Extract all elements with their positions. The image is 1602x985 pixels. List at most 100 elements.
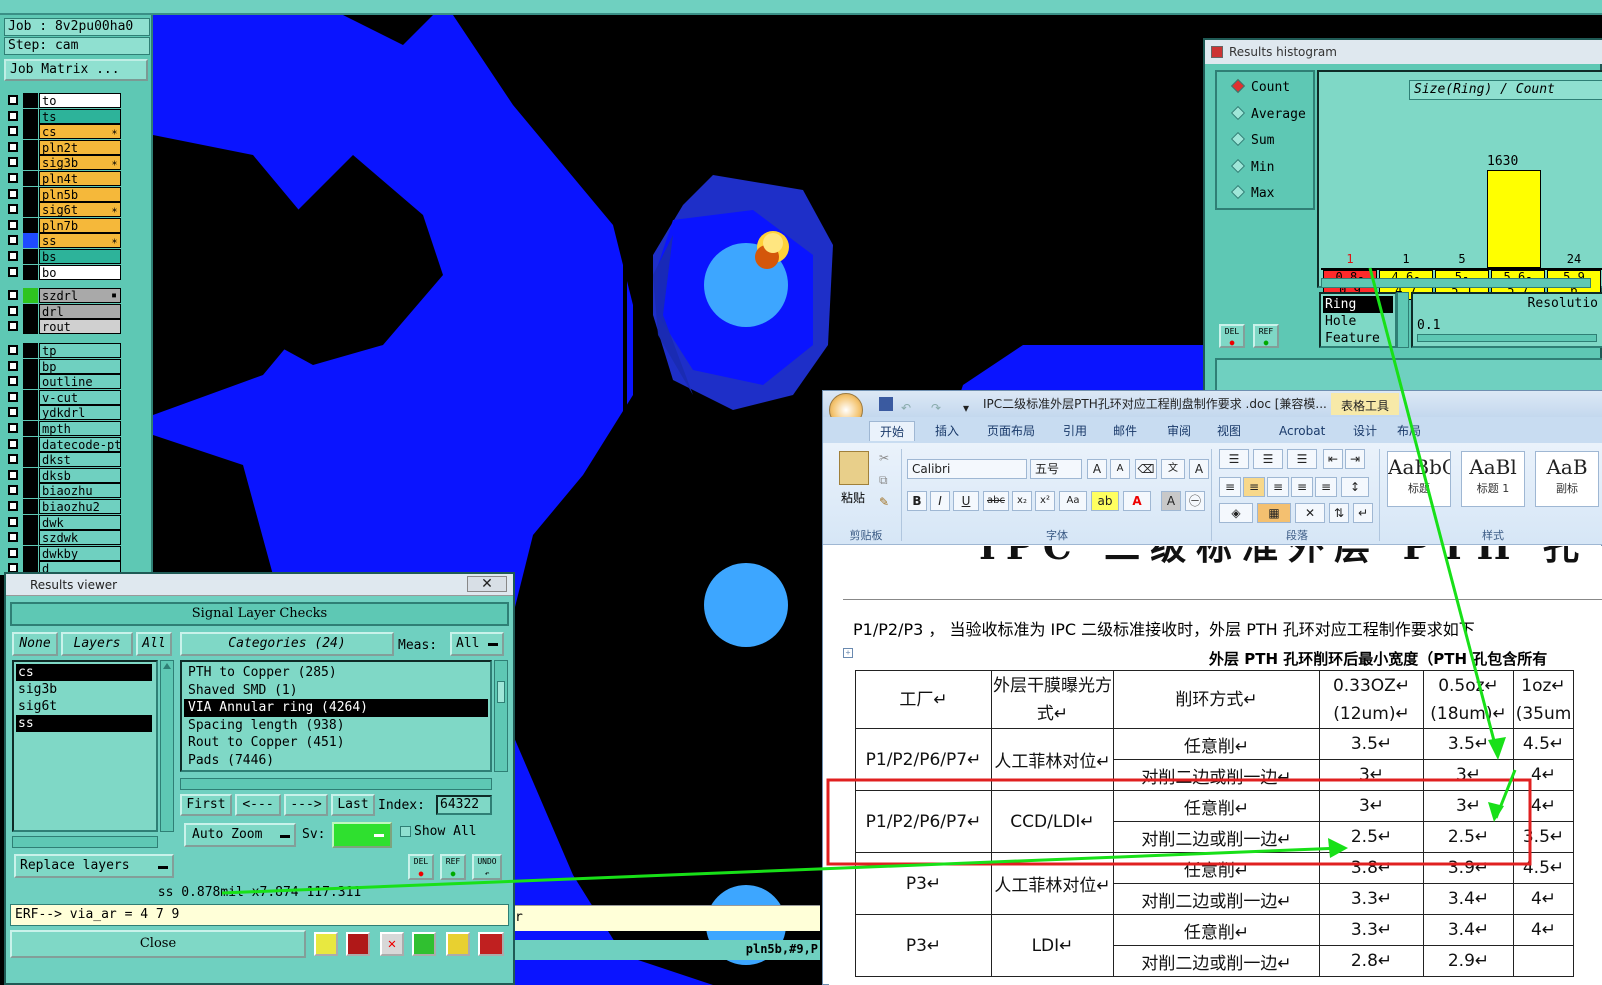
layer-color-swatch[interactable] [23, 530, 38, 546]
layer-row-dwkby[interactable]: dwkby [6, 545, 122, 561]
table-cell[interactable]: 对削二边或削一边↵ [1113, 883, 1320, 915]
layers-scrollbar[interactable] [160, 660, 174, 832]
table-cell[interactable]: CCD/LDI↵ [991, 790, 1114, 853]
categories-listbox[interactable]: PTH to Copper (285) Shaved SMD (1) VIA Ann… [180, 660, 492, 772]
paste-icon[interactable] [839, 451, 869, 485]
results-viewer-titlebar[interactable]: Results viewer ✕ [6, 574, 513, 596]
layer-checkbox[interactable] [8, 321, 18, 332]
underline-icon[interactable]: U [953, 491, 979, 511]
layer-checkbox[interactable] [8, 360, 18, 371]
ribbon-tab[interactable]: 设计 [1353, 421, 1377, 441]
table-cell[interactable]: P1/P2/P6/P7↵ [855, 728, 992, 791]
layer-checkbox[interactable] [8, 219, 18, 230]
table-cell[interactable]: 2.8↵ [1319, 945, 1424, 977]
layer-color-swatch[interactable] [23, 217, 38, 233]
layer-row-tp[interactable]: tp [6, 343, 122, 358]
layer-color-swatch[interactable] [23, 389, 38, 405]
none-button[interactable]: None [12, 632, 58, 656]
ribbon-tab[interactable]: 邮件 [1113, 421, 1137, 441]
table-cell[interactable]: 3.4↵ [1423, 914, 1514, 946]
table-cell[interactable]: 2.5↵ [1423, 821, 1514, 853]
next-button[interactable]: ---> [284, 794, 328, 816]
layer-color-swatch[interactable] [23, 186, 38, 202]
layer-name[interactable]: dwkby [39, 545, 121, 561]
highlight-icon[interactable]: ab [1091, 491, 1119, 511]
font-size-input[interactable]: 五号 [1030, 459, 1082, 479]
table-header-cell[interactable]: 削环方式↵ [1113, 670, 1320, 729]
layer-name[interactable]: mpth [39, 421, 121, 436]
layer-checkbox[interactable] [8, 469, 18, 480]
report-tool-icon[interactable] [346, 932, 370, 956]
layer-color-swatch[interactable] [23, 343, 38, 358]
result-layer-item[interactable]: cs [16, 664, 152, 681]
category-item[interactable]: Pads (7446) [184, 752, 488, 770]
table-cell[interactable]: 人工菲林对位↵ [991, 728, 1114, 791]
ribbon-tab[interactable]: 开始 [869, 421, 916, 441]
layer-name[interactable]: szdrl ▪ [39, 288, 121, 304]
result-layer-item[interactable]: sig3b [16, 681, 152, 698]
layer-checkbox[interactable] [8, 391, 18, 402]
delete-all-icon[interactable]: ✕ [380, 932, 404, 956]
layer-name[interactable]: ydkdrl [39, 405, 121, 421]
last-button[interactable]: Last [331, 794, 375, 816]
layer-color-swatch[interactable] [23, 124, 38, 140]
layer-color-swatch[interactable] [23, 514, 38, 530]
numbering-icon[interactable]: ☰ [1253, 449, 1283, 469]
layer-checkbox[interactable] [8, 532, 18, 543]
ribbon-tab[interactable]: 审阅 [1167, 421, 1191, 441]
ribbon-tab[interactable]: 视图 [1217, 421, 1241, 441]
bold-icon[interactable]: B [907, 491, 927, 511]
layer-color-swatch[interactable] [23, 545, 38, 561]
shrink-font-icon[interactable]: A [1110, 459, 1130, 479]
scroll-thumb[interactable] [497, 681, 505, 703]
cut-icon[interactable]: ✂ [879, 451, 889, 465]
layer-checkbox[interactable] [8, 290, 18, 301]
layers-hscrollbar[interactable] [12, 836, 158, 848]
layer-checkbox[interactable] [8, 454, 18, 465]
layer-color-swatch[interactable] [23, 264, 38, 280]
font-name-input[interactable]: Calibri [907, 459, 1027, 479]
style-gallery-item[interactable]: AaB 副标 [1535, 451, 1599, 507]
layer-color-swatch[interactable] [23, 405, 38, 421]
table-cell[interactable]: 3.5↵ [1513, 821, 1574, 853]
layer-color-swatch[interactable] [23, 93, 38, 108]
grow-font-icon[interactable]: A [1087, 459, 1107, 479]
layer-checkbox[interactable] [8, 305, 18, 316]
table-cell[interactable]: 3↵ [1319, 790, 1424, 822]
layer-row-dkst[interactable]: dkst [6, 452, 122, 468]
layer-name[interactable]: sig3b ⁎ [39, 155, 121, 171]
result-layer-item[interactable]: sig6t [16, 698, 152, 715]
table-cell[interactable]: 3.9↵ [1423, 852, 1514, 884]
sort-icon[interactable]: ⇅ [1329, 503, 1349, 523]
layer-row-bs[interactable]: bs [6, 249, 122, 264]
layer-checkbox[interactable] [8, 110, 18, 121]
ribbon-tab[interactable]: Acrobat [1279, 421, 1325, 441]
table-cell[interactable]: 3↵ [1423, 759, 1514, 791]
copy-icon[interactable]: ⧉ [879, 473, 888, 488]
layer-checkbox[interactable] [8, 235, 18, 246]
chinese-layout-icon[interactable]: ✕ [1295, 503, 1325, 523]
decrease-indent-icon[interactable]: ⇤ [1323, 449, 1343, 469]
table-header-cell[interactable]: 1oz↵ (35um [1513, 670, 1574, 729]
layer-checkbox[interactable] [8, 376, 18, 387]
layer-color-swatch[interactable] [23, 436, 38, 452]
layer-checkbox[interactable] [8, 126, 18, 137]
table-cell[interactable]: 任意削↵ [1113, 852, 1320, 884]
table-cell[interactable]: 3.5↵ [1423, 728, 1514, 760]
layer-name[interactable]: bo [39, 264, 121, 280]
prev-button[interactable]: <--- [235, 794, 281, 816]
show-all-checkbox[interactable] [400, 826, 411, 837]
first-button[interactable]: First [180, 794, 232, 816]
layer-color-swatch[interactable] [23, 499, 38, 514]
close-button[interactable]: Close [10, 930, 306, 958]
command-line-area[interactable]: r [515, 905, 820, 931]
layers-button[interactable]: Layers [61, 632, 133, 656]
layer-name[interactable]: pln4t [39, 171, 121, 186]
save-icon[interactable] [879, 397, 893, 411]
layer-name[interactable]: tp [39, 343, 121, 358]
table-cell[interactable]: 3.4↵ [1423, 883, 1514, 915]
italic-icon[interactable]: I [930, 491, 950, 511]
layer-row-dksb[interactable]: dksb [6, 467, 122, 483]
del-button[interactable]: DEL ● [408, 854, 434, 880]
category-item[interactable]: PTH to Copper (285) [184, 664, 488, 682]
